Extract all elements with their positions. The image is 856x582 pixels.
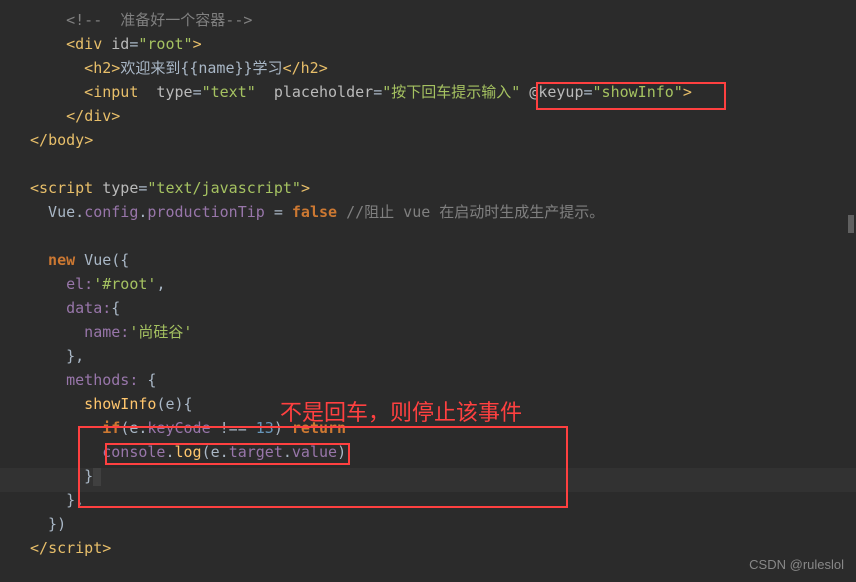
code-line: <div id="root"> — [30, 32, 856, 56]
code-line: console.log(e.target.value) — [30, 440, 856, 464]
code-line: </div> — [30, 104, 856, 128]
code-line — [30, 152, 856, 176]
text-cursor — [93, 468, 101, 486]
code-line: } — [30, 464, 856, 488]
code-line: <input type="text" placeholder="按下回车提示输入… — [30, 80, 856, 104]
code-line: Vue.config.productionTip = false //阻止 vu… — [30, 200, 856, 224]
code-line: data:{ — [30, 296, 856, 320]
code-line: if(e.keyCode !== 13) return — [30, 416, 856, 440]
code-editor[interactable]: <!-- 准备好一个容器--> <div id="root"> <h2>欢迎来到… — [30, 8, 856, 560]
code-line: new Vue({ — [30, 248, 856, 272]
code-line: showInfo(e){ — [30, 392, 856, 416]
code-line: <!-- 准备好一个容器--> — [30, 8, 856, 32]
watermark: CSDN @ruleslol — [749, 555, 844, 576]
code-line: <script type="text/javascript"> — [30, 176, 856, 200]
code-line: methods: { — [30, 368, 856, 392]
code-line: }) — [30, 512, 856, 536]
code-line: el:'#root', — [30, 272, 856, 296]
code-line: <h2>欢迎来到{{name}}学习</h2> — [30, 56, 856, 80]
code-line: </script> — [30, 536, 856, 560]
code-line: }, — [30, 344, 856, 368]
code-line — [30, 224, 856, 248]
code-line: }, — [30, 488, 856, 512]
code-line: name:'尚硅谷' — [30, 320, 856, 344]
code-line: </body> — [30, 128, 856, 152]
scrollbar-marker[interactable] — [848, 215, 854, 233]
